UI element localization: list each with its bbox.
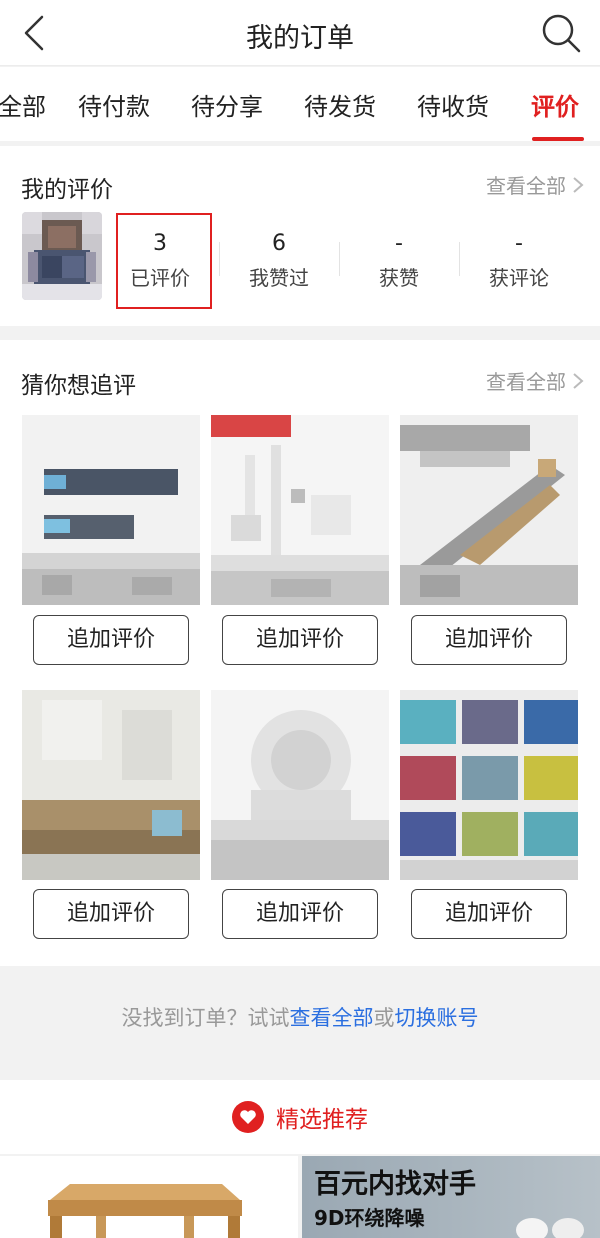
avatar[interactable] bbox=[22, 212, 102, 300]
product-image[interactable] bbox=[211, 415, 389, 605]
tab-pending-share[interactable]: 待分享 bbox=[191, 87, 263, 122]
stat-received-comments-label: 获评论 bbox=[489, 266, 549, 290]
stat-liked-count: 6 bbox=[272, 231, 286, 256]
add-review-button[interactable]: 追加评价 bbox=[411, 615, 567, 665]
guess-review-see-all[interactable]: 查看全部 bbox=[486, 366, 584, 395]
chevron-right-icon bbox=[573, 372, 584, 389]
tab-pending-shipment[interactable]: 待发货 bbox=[304, 87, 376, 122]
add-review-button[interactable]: 追加评价 bbox=[411, 889, 567, 939]
see-all-label: 查看全部 bbox=[486, 370, 566, 394]
search-icon[interactable] bbox=[540, 12, 582, 54]
product-image[interactable] bbox=[22, 690, 200, 880]
my-reviews-title: 我的评价 bbox=[21, 177, 113, 203]
hint-prefix: 没找到订单？试试 bbox=[121, 1006, 290, 1030]
product-image[interactable] bbox=[400, 690, 578, 880]
view-all-link[interactable]: 查看全部 bbox=[290, 1006, 374, 1030]
heart-badge-icon bbox=[232, 1101, 264, 1133]
order-not-found-hint: 没找到订单？试试查看全部或切换账号 bbox=[0, 966, 600, 1080]
divider bbox=[219, 242, 220, 276]
product-image[interactable] bbox=[211, 690, 389, 880]
page-title: 我的订单 bbox=[246, 23, 354, 54]
add-review-button[interactable]: 追加评价 bbox=[222, 615, 378, 665]
chevron-right-icon bbox=[573, 176, 584, 193]
top-bar: 我的订单 bbox=[0, 0, 600, 66]
stat-received-likes-count: - bbox=[395, 231, 403, 256]
product-image[interactable] bbox=[400, 415, 578, 605]
switch-account-link[interactable]: 切换账号 bbox=[395, 1006, 479, 1030]
recommended-product[interactable] bbox=[0, 1156, 298, 1238]
stat-received-likes-label: 获赞 bbox=[379, 266, 419, 290]
guess-review-title: 猜你想追评 bbox=[21, 373, 136, 399]
add-review-button[interactable]: 追加评价 bbox=[222, 889, 378, 939]
see-all-label: 查看全部 bbox=[486, 174, 566, 198]
order-tabs: 全部 待付款 待分享 待发货 待收货 评价 bbox=[0, 67, 600, 141]
add-review-button[interactable]: 追加评价 bbox=[33, 615, 189, 665]
add-review-button[interactable]: 追加评价 bbox=[33, 889, 189, 939]
stat-received-comments[interactable]: - 获评论 bbox=[464, 230, 574, 291]
hint-or: 或 bbox=[373, 1006, 395, 1030]
stat-liked-label: 我赞过 bbox=[249, 266, 309, 290]
stat-received-comments-count: - bbox=[515, 231, 523, 256]
ad-banner[interactable]: 百元内找对手 9D环绕降噪 bbox=[302, 1156, 600, 1238]
tab-pending-payment[interactable]: 待付款 bbox=[78, 87, 150, 122]
tab-all[interactable]: 全部 bbox=[0, 87, 46, 122]
active-tab-indicator bbox=[532, 137, 584, 141]
ad-subtitle: 9D环绕降噪 bbox=[314, 1206, 425, 1230]
divider bbox=[459, 242, 460, 276]
ad-title: 百元内找对手 bbox=[314, 1169, 476, 1200]
product-image[interactable] bbox=[22, 415, 200, 605]
recommend-label: 精选推荐 bbox=[276, 1107, 368, 1133]
tab-pending-receipt[interactable]: 待收货 bbox=[417, 87, 489, 122]
recommend-bar: 精选推荐 bbox=[0, 1080, 600, 1154]
my-reviews-see-all[interactable]: 查看全部 bbox=[486, 170, 584, 199]
earbuds-image bbox=[516, 1218, 584, 1238]
tab-reviews[interactable]: 评价 bbox=[531, 87, 579, 122]
stat-liked[interactable]: 6 我赞过 bbox=[224, 230, 334, 291]
stat-received-likes[interactable]: - 获赞 bbox=[344, 230, 454, 291]
divider bbox=[339, 242, 340, 276]
highlight-box bbox=[116, 213, 212, 309]
